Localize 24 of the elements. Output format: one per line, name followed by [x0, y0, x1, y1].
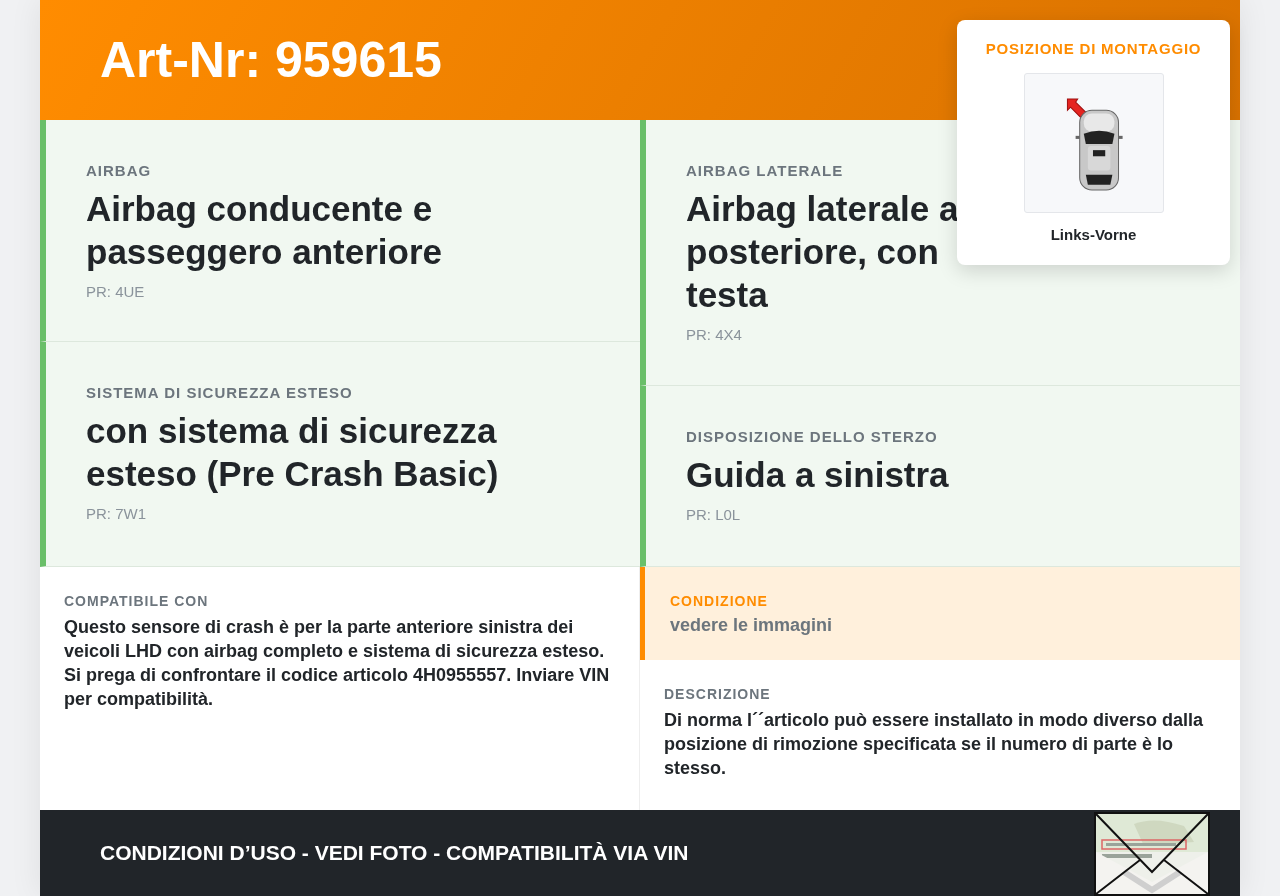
article-number: Art-Nr: 959615	[100, 31, 442, 89]
condition-value: vedere le immagini	[670, 615, 834, 636]
description-text: Di norma l´´articolo può essere installato in modo diverso dalla posizione di rimozione specificata se il numero di parte è lo stesso.	[664, 709, 1205, 780]
condition-label: CONDIZIONE	[670, 593, 769, 609]
spec-title: Guida a sinistra	[686, 454, 950, 496]
compatibility-text: Questo sensore di crash è per la parte anteriore sinistra dei veicoli LHD con airbag completo e sistema di sicurezza esteso. Si prega di confrontare il codice articolo 4H0955557. Inviare VIN per compatibilità.	[64, 616, 611, 711]
compatibility-label: COMPATIBILE CON	[64, 593, 210, 609]
spec-label: DISPOSIZIONE DELLO STERZO	[686, 428, 939, 445]
description-label: DESCRIZIONE	[664, 686, 772, 702]
spec-label: SISTEMA DI SICUREZZA ESTESO	[86, 384, 354, 401]
spec-title: Airbag conducente e passeggero anteriore	[86, 188, 443, 273]
spec-code: PR: 7W1	[86, 505, 147, 522]
footer-text: CONDIZIONI D’USO - VEDI FOTO - COMPATIBILITÀ VIA VIN	[100, 841, 689, 865]
spec-title: posteriore, con	[686, 231, 939, 273]
mount-position-heading: POSIZIONE DI MONTAGGIO	[985, 40, 1202, 57]
spec-title: con sistema di sicurezza esteso (Pre Crash Basic)	[86, 410, 500, 495]
mount-position-caption: Links-Vorne	[1050, 226, 1137, 243]
spec-label: AIRBAG LATERALE	[686, 162, 845, 179]
spec-title: testa	[686, 274, 768, 316]
spec-code: PR: 4X4	[686, 326, 743, 343]
spec-title: Airbag laterale a	[686, 188, 959, 230]
spec-label: AIRBAG	[86, 162, 153, 179]
spec-code: PR: 4UE	[86, 283, 146, 300]
spec-code: PR: L0L	[686, 506, 742, 523]
